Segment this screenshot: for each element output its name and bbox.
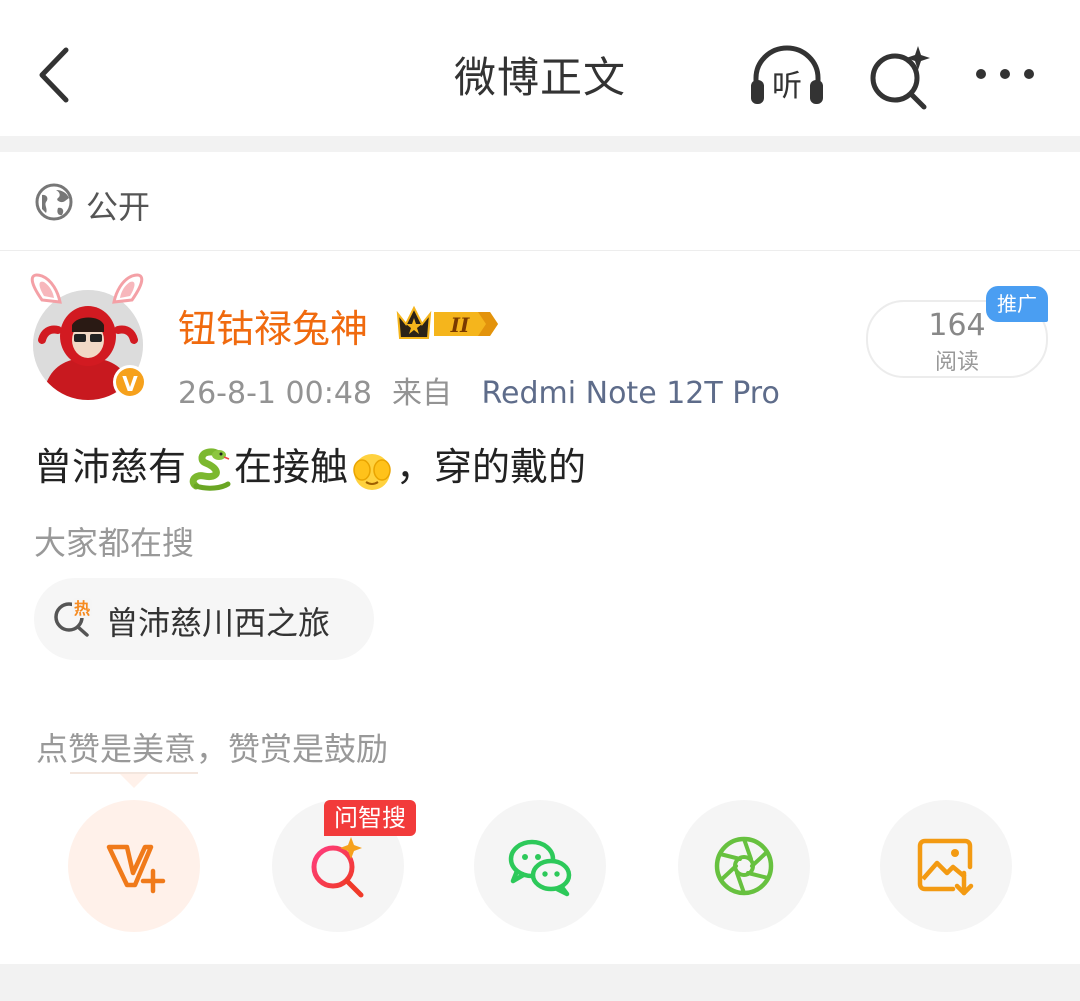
avatar-image: V	[30, 273, 147, 400]
tip-arrow-icon	[70, 772, 198, 788]
verified-badge: V	[122, 372, 138, 396]
covering-face-emoji-icon	[353, 453, 391, 490]
reward-hint: 点赞是美意，赞赏是鼓励	[36, 730, 389, 768]
everyone-searching-header: 大家都在搜	[34, 524, 195, 562]
author-name[interactable]: 钮钴禄兔神	[178, 298, 368, 353]
post-time: 26-8-1 00:48	[178, 376, 372, 411]
source-device[interactable]: Redmi Note 12T Pro	[482, 376, 780, 411]
post-text-part: 曾沛慈有	[34, 445, 187, 489]
snake-emoji-icon	[189, 447, 231, 491]
avatar[interactable]: V	[22, 270, 152, 405]
promote-badge[interactable]: 推广	[986, 286, 1048, 322]
listen-button[interactable]: 听	[746, 40, 828, 112]
reads-label: 阅读	[934, 350, 979, 375]
member-level-text: II	[450, 313, 470, 337]
source-prefix: 来自	[392, 376, 452, 411]
visibility-row	[0, 152, 1080, 251]
wechat-share-button[interactable]	[474, 800, 606, 932]
moments-icon	[714, 836, 774, 896]
member-crown-badge[interactable]: II	[394, 304, 500, 344]
hot-icon-text: 热	[74, 599, 90, 618]
post-meta: 26-8-1 00:48 来自 Redmi Note 12T Pro	[178, 368, 780, 412]
more-dots-icon	[976, 69, 1034, 79]
top-nav-bar: 微博正文 听	[0, 0, 1080, 137]
visibility-label: 公开	[86, 188, 151, 226]
hot-search-icon: 热	[54, 598, 92, 637]
more-button[interactable]	[970, 54, 1040, 94]
globe-icon	[35, 183, 73, 221]
wechat-icon	[508, 839, 572, 897]
hot-search-label: 曾沛慈川西之旅	[106, 604, 331, 642]
v-plus-button[interactable]	[68, 800, 200, 932]
zhisou-icon	[311, 837, 364, 898]
post-text: 曾沛慈有 在接触 ，穿的戴的	[34, 436, 586, 492]
save-image-icon	[917, 838, 974, 896]
ai-search-icon	[870, 46, 930, 110]
post-text-part: 在接触	[234, 445, 349, 489]
save-image-button[interactable]	[880, 800, 1012, 932]
post-text-part: ，穿的戴的	[396, 445, 587, 489]
v-plus-icon	[106, 844, 166, 894]
ai-search-button[interactable]	[864, 40, 936, 112]
headphones-icon: 听	[751, 45, 823, 104]
section-divider	[0, 136, 1080, 152]
zhisou-tag: 问智搜	[324, 800, 416, 836]
moments-share-button[interactable]	[678, 800, 810, 932]
bottom-divider	[0, 964, 1080, 1001]
listen-label: 听	[772, 69, 802, 104]
hot-search-chip[interactable]: 热 曾沛慈川西之旅	[34, 578, 374, 660]
